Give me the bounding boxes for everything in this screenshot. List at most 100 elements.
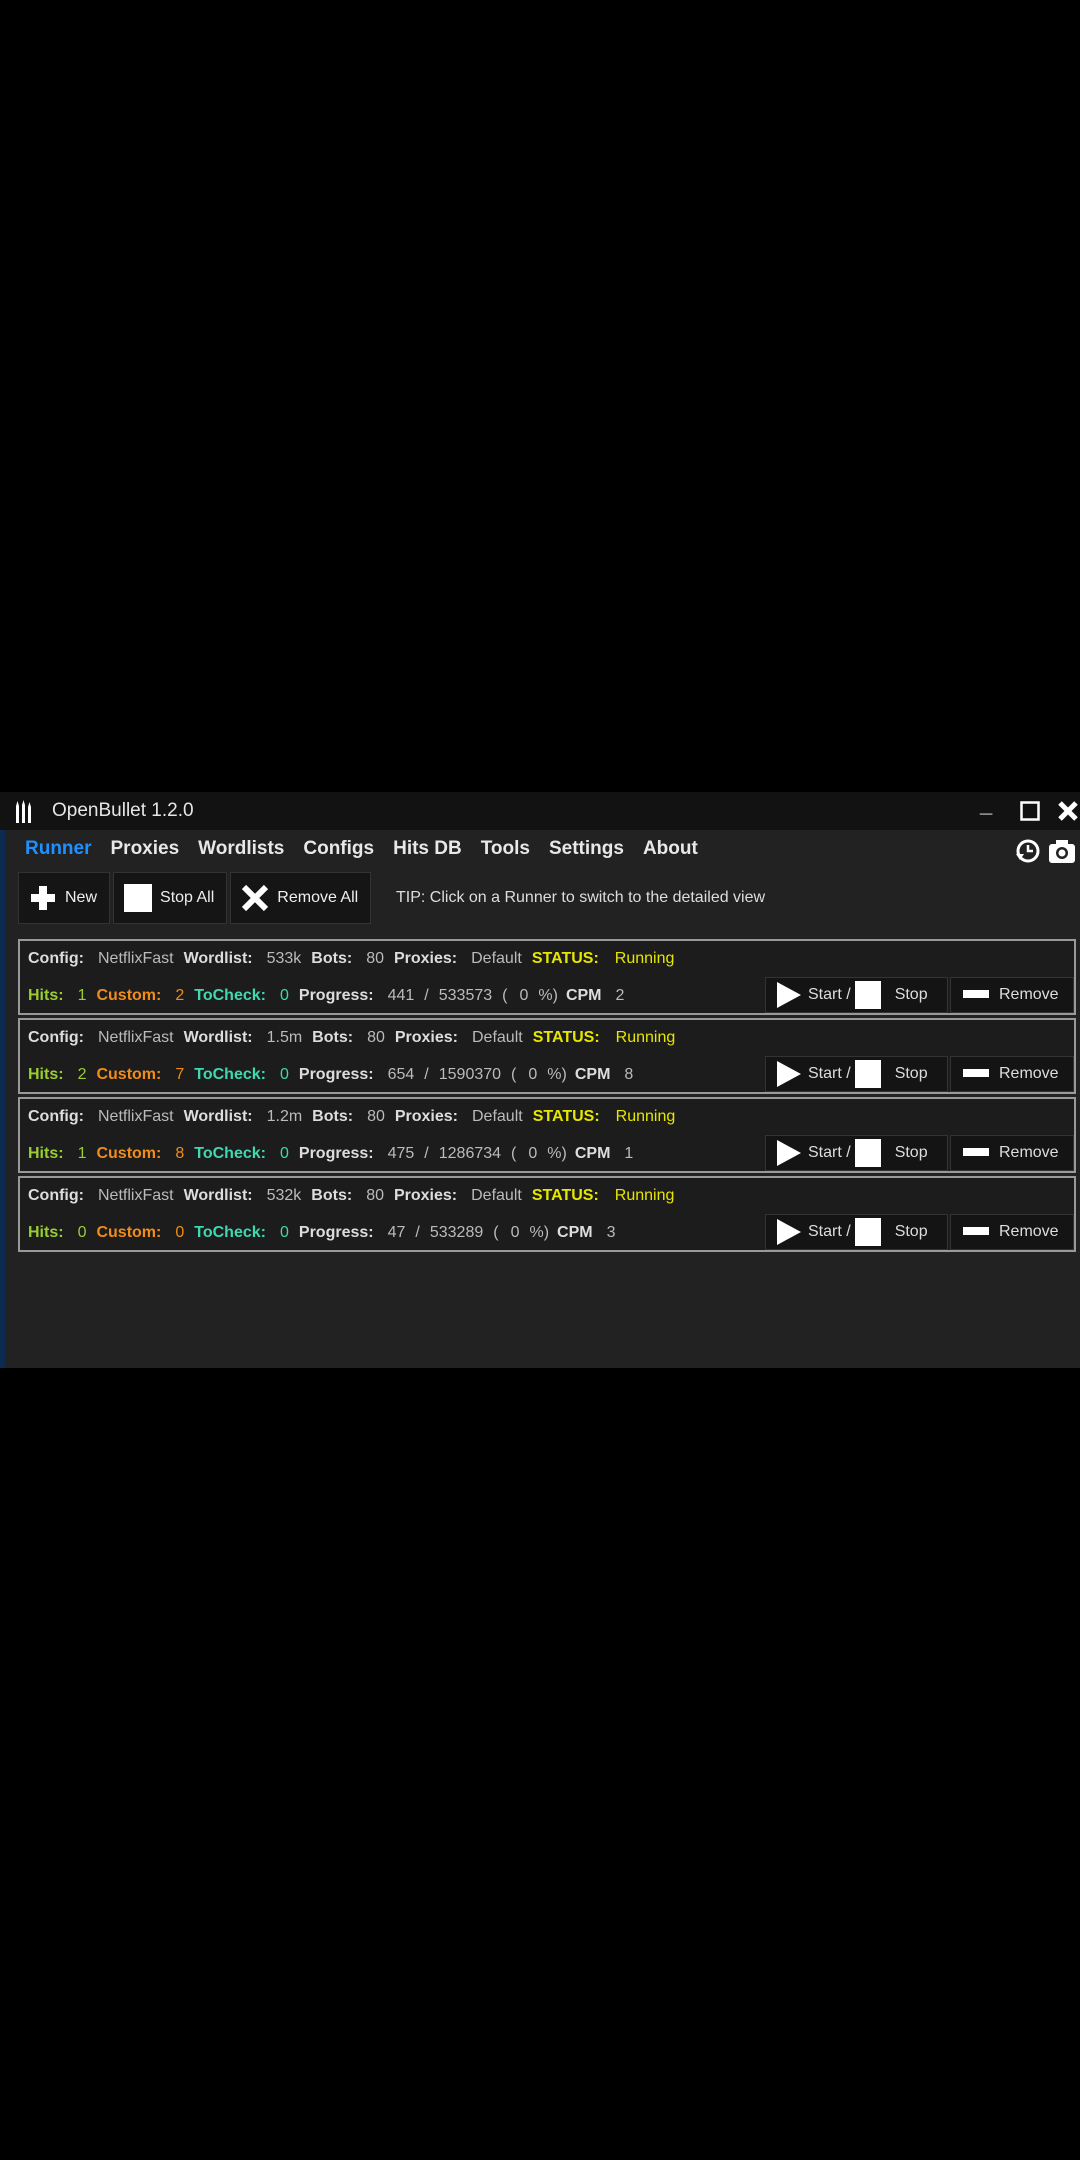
progress-label: Progress: (298, 987, 374, 1004)
custom-value: 8 (175, 1145, 185, 1162)
progress-separator: / (424, 987, 429, 1004)
proxies-value: Default (471, 950, 522, 967)
menu-tab-tools[interactable]: Tools (481, 838, 530, 860)
percent-sign: %) (538, 987, 558, 1004)
runner-info-row: Config: NetflixFast Wordlist: 532k Bots: 80 Pr… (28, 1187, 674, 1205)
close-button[interactable] (1058, 801, 1080, 821)
tocheck-label: ToCheck: (194, 1066, 266, 1083)
maximize-button[interactable] (1020, 801, 1040, 821)
cpm-value: 1 (624, 1145, 634, 1162)
history-clock-icon[interactable] (1014, 838, 1042, 864)
cpm-value: 2 (615, 987, 625, 1004)
remove-runner-button[interactable]: Remove (950, 1214, 1074, 1250)
start-stop-button[interactable]: Start / Stop (765, 1056, 948, 1092)
start-label: Start / (808, 1065, 851, 1082)
menu-tab-proxies[interactable]: Proxies (111, 838, 180, 860)
wordlist-label: Wordlist: (183, 1108, 253, 1125)
percent-sign: %) (547, 1066, 567, 1083)
progress-percent: 0 (528, 1066, 538, 1083)
start-stop-button[interactable]: Start / Stop (765, 1135, 948, 1171)
main-menu: Runner Proxies Wordlists Configs Hits DB Tool… (25, 838, 717, 860)
config-value: NetflixFast (97, 950, 174, 967)
status-label: STATUS: (532, 1029, 600, 1046)
progress-total: 533573 (438, 987, 493, 1004)
proxies-label: Proxies: (394, 1108, 458, 1125)
menu-tab-hits-db[interactable]: Hits DB (393, 838, 462, 860)
hits-label: Hits: (28, 987, 64, 1004)
runner-info-row: Config: NetflixFast Wordlist: 1.2m Bots: 80 Pr… (28, 1108, 675, 1126)
wordlist-label: Wordlist: (183, 1187, 253, 1204)
runner-stats-row: Hits: 2 Custom: 7 ToCheck: 0 Progress: 654 / 1590… (28, 1066, 633, 1084)
menu-tab-runner[interactable]: Runner (25, 838, 92, 860)
config-label: Config: (28, 1029, 84, 1046)
menu-tab-settings[interactable]: Settings (549, 838, 624, 860)
bots-label: Bots: (312, 1029, 354, 1046)
cpm-label: CPM (574, 1145, 611, 1162)
x-icon (242, 884, 269, 912)
hits-label: Hits: (28, 1066, 64, 1083)
custom-label: Custom: (96, 1145, 162, 1162)
custom-label: Custom: (96, 1224, 162, 1241)
paren-open: ( (511, 1145, 517, 1162)
start-stop-button[interactable]: Start / Stop (765, 1214, 948, 1250)
cpm-label: CPM (574, 1066, 611, 1083)
proxies-value: Default (471, 1187, 522, 1204)
stop-square-icon (124, 884, 153, 912)
remove-label: Remove (999, 1223, 1059, 1240)
status-value: Running (615, 1029, 676, 1046)
custom-value: 0 (175, 1224, 185, 1241)
play-icon (777, 1061, 801, 1087)
progress-total: 1590370 (438, 1066, 502, 1083)
new-runner-button[interactable]: New (18, 872, 111, 924)
remove-runner-button[interactable]: Remove (950, 977, 1074, 1013)
runner-item[interactable]: Config: NetflixFast Wordlist: 532k Bots: 80 Pr… (18, 1176, 1076, 1252)
status-value: Running (614, 950, 675, 967)
proxies-label: Proxies: (393, 950, 458, 967)
tocheck-label: ToCheck: (194, 987, 266, 1004)
minimize-button[interactable]: _ (980, 792, 992, 818)
tocheck-value: 0 (279, 1066, 289, 1083)
stop-all-label: Stop All (160, 889, 215, 906)
menu-tab-configs[interactable]: Configs (303, 838, 374, 860)
paren-open: ( (493, 1224, 499, 1241)
hits-label: Hits: (28, 1224, 64, 1241)
proxies-label: Proxies: (393, 1187, 458, 1204)
status-label: STATUS: (531, 1187, 599, 1204)
remove-runner-button[interactable]: Remove (950, 1135, 1074, 1171)
runner-stats-row: Hits: 1 Custom: 8 ToCheck: 0 Progress: 475 / 1286… (28, 1145, 633, 1163)
menu-tab-wordlists[interactable]: Wordlists (198, 838, 284, 860)
play-icon (777, 982, 801, 1008)
runner-item[interactable]: Config: NetflixFast Wordlist: 1.2m Bots: 80 Pr… (18, 1097, 1076, 1173)
runner-stats-row: Hits: 0 Custom: 0 ToCheck: 0 Progress: 47 / 53328… (28, 1224, 616, 1242)
bullets-logo-icon (16, 800, 31, 823)
progress-separator: / (424, 1145, 429, 1162)
progress-done: 475 (387, 1145, 415, 1162)
cpm-label: CPM (565, 987, 602, 1004)
progress-separator: / (415, 1224, 420, 1241)
config-value: NetflixFast (97, 1029, 174, 1046)
stop-all-button[interactable]: Stop All (113, 872, 228, 924)
paren-open: ( (502, 987, 508, 1004)
hits-value: 0 (77, 1224, 87, 1241)
start-label: Start / (808, 1144, 851, 1161)
progress-percent: 0 (528, 1145, 538, 1162)
menu-tab-about[interactable]: About (643, 838, 698, 860)
start-stop-button[interactable]: Start / Stop (765, 977, 948, 1013)
tocheck-value: 0 (279, 987, 289, 1004)
runner-item[interactable]: Config: NetflixFast Wordlist: 1.5m Bots: 80 Pr… (18, 1018, 1076, 1094)
runner-item[interactable]: Config: NetflixFast Wordlist: 533k Bots: 80 Pr… (18, 939, 1076, 1015)
progress-separator: / (424, 1066, 429, 1083)
remove-label: Remove (999, 986, 1059, 1003)
remove-all-button[interactable]: Remove All (230, 872, 372, 924)
tocheck-label: ToCheck: (194, 1224, 266, 1241)
remove-runner-button[interactable]: Remove (950, 1056, 1074, 1092)
percent-sign: %) (547, 1145, 567, 1162)
wordlist-value: 533k (266, 950, 302, 967)
bots-label: Bots: (311, 1187, 353, 1204)
stop-label: Stop (894, 1065, 928, 1082)
progress-label: Progress: (298, 1145, 374, 1162)
tocheck-label: ToCheck: (194, 1145, 266, 1162)
cpm-value: 8 (624, 1066, 634, 1083)
progress-total: 1286734 (438, 1145, 502, 1162)
screenshot-camera-icon[interactable] (1048, 838, 1076, 864)
